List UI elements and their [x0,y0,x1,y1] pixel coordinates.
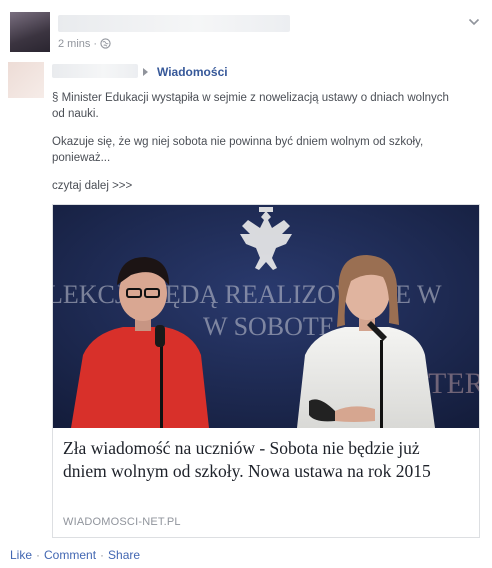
globe-icon[interactable] [100,38,111,52]
meta-separator: · [93,38,98,50]
action-separator: · [36,548,41,562]
shared-author-name-redacted[interactable] [52,64,138,78]
post-paragraph-1: § Minister Edukacji wystąpiła w sejmie z… [52,92,449,120]
share-link[interactable]: Share [108,548,140,562]
link-preview-card[interactable]: LEKCJE BĘDĄ REALIZOWANE W W SOBOTĘ MINIS… [52,204,480,538]
comment-link[interactable]: Comment [44,548,96,562]
action-separator: · [100,548,105,562]
group-link[interactable]: Wiadomości [157,65,228,79]
shared-author-avatar[interactable] [8,62,44,98]
chevron-down-icon[interactable] [468,14,480,32]
like-link[interactable]: Like [10,548,32,562]
poster-name-redacted[interactable] [58,15,290,32]
post-timestamp[interactable]: 2 mins [58,38,90,50]
banner-line-2: W SOBOTĘ [203,312,335,341]
link-headline[interactable]: Zła wiadomość na uczniów - Sobota nie bę… [63,437,463,483]
read-more-text: czytaj dalej >>> [52,180,133,192]
triangle-right-icon [143,68,148,76]
post-paragraph-2: Okazuje się, że wg niej sobota nie powin… [52,136,424,164]
poster-avatar[interactable] [10,12,50,52]
post-meta: 2 mins · [58,38,111,52]
link-preview-image[interactable]: LEKCJE BĘDĄ REALIZOWANE W W SOBOTĘ MINIS… [53,205,479,428]
link-domain: WIADOMOSCI-NET.PL [63,516,181,528]
action-bar: Like · Comment · Share [10,548,140,562]
